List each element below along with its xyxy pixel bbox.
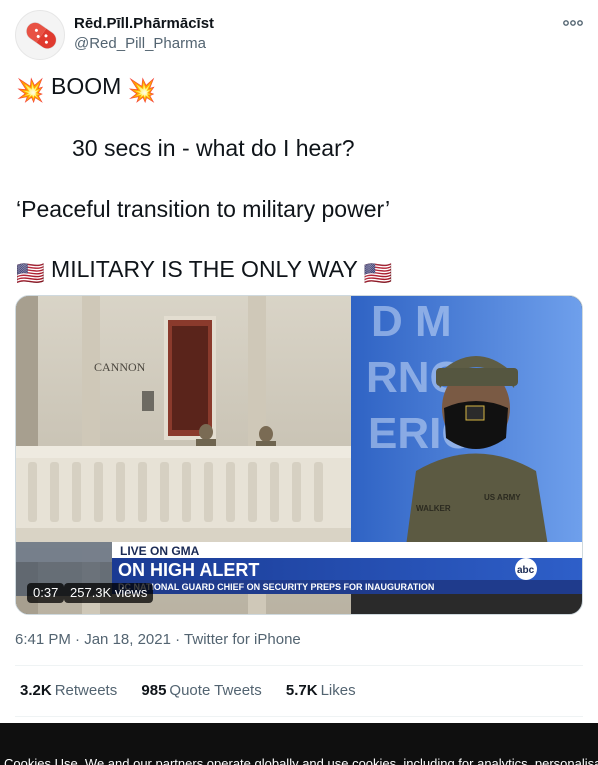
tweet-text-boom: BOOM: [51, 73, 122, 99]
video-player[interactable]: CANNON D M RNO ERIC WALKER US ARMY LIVE …: [15, 295, 583, 615]
more-options-icon[interactable]: [561, 16, 585, 30]
divider: [15, 665, 583, 666]
collision-emoji-icon: 💥: [127, 77, 157, 103]
red-pill-icon: [26, 22, 57, 49]
tweet-text-line-4: 🇺🇸 MILITARY IS THE ONLY WAY 🇺🇸: [16, 256, 392, 287]
quote-tweets-stat[interactable]: 985 Quote Tweets: [141, 682, 261, 699]
us-flag-emoji-icon: 🇺🇸: [363, 260, 393, 286]
user-handle[interactable]: @Red_Pill_Pharma: [74, 35, 206, 52]
video-views-badge: 257.3K views: [64, 583, 154, 603]
tweet-time-link[interactable]: 6:41 PM · Jan 18, 2021: [15, 631, 171, 648]
video-duration-badge: 0:37: [27, 583, 65, 603]
banner-top: LIVE ON GMA: [120, 544, 200, 558]
avatar[interactable]: [15, 10, 65, 60]
video-thumbnail: CANNON D M RNO ERIC WALKER US ARMY LIVE …: [16, 296, 582, 614]
tweet-stats: 3.2K Retweets 985 Quote Tweets 5.7K Likes: [20, 682, 376, 699]
tweet-source-link[interactable]: Twitter for iPhone: [184, 631, 301, 648]
meta-separator: ·: [175, 631, 181, 648]
us-flag-emoji-icon: 🇺🇸: [16, 260, 45, 286]
name-tape: WALKER: [416, 504, 451, 513]
cookie-banner-text: Cookies Use. We and our partners operate…: [4, 756, 598, 765]
tweet-text-line-1: 💥 BOOM 💥: [16, 73, 156, 104]
network-logo: abc: [517, 565, 535, 576]
collision-emoji-icon: 💥: [16, 77, 45, 103]
likes-stat[interactable]: 5.7K Likes: [286, 682, 356, 699]
svg-text:D M: D M: [371, 297, 452, 346]
retweets-stat[interactable]: 3.2K Retweets: [20, 682, 117, 699]
display-name[interactable]: Rēd.Pīll.Phārmācīst: [74, 15, 214, 32]
tweet-text-military: MILITARY IS THE ONLY WAY: [51, 256, 358, 282]
cookie-banner: Cookies Use. We and our partners operate…: [0, 723, 598, 765]
tweet-header: Rēd.Pīll.Phārmācīst @Red_Pill_Pharma: [15, 10, 585, 62]
tweet-text-line-2: 30 secs in - what do I hear?: [72, 135, 355, 161]
tweet-text-line-3: ‘Peaceful transition to military power’: [16, 196, 391, 222]
building-sign: CANNON: [94, 360, 146, 374]
divider: [15, 716, 583, 717]
branch-tape: US ARMY: [484, 493, 521, 502]
banner-headline: ON HIGH ALERT: [118, 560, 259, 580]
tweet-meta: 6:41 PM · Jan 18, 2021 · Twitter for iPh…: [15, 631, 301, 648]
banner-sub: DC NATIONAL GUARD CHIEF ON SECURITY PREP…: [118, 582, 434, 592]
